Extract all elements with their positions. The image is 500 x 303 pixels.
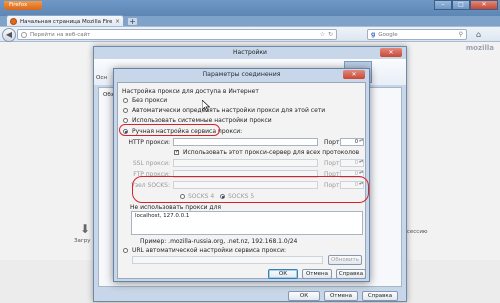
ssl-proxy-input[interactable] bbox=[173, 159, 318, 167]
ok-button[interactable]: ОК bbox=[268, 269, 298, 279]
minimize-button[interactable]: – bbox=[434, 0, 452, 10]
search-magnifier-icon[interactable]: ⚲ bbox=[459, 31, 463, 38]
radio-auto-detect[interactable] bbox=[123, 108, 128, 113]
radio-system-proxy[interactable] bbox=[123, 118, 128, 123]
http-port-label: Порт: bbox=[324, 139, 342, 146]
url-input[interactable]: Перейти на веб-сайт bbox=[30, 32, 317, 38]
tab-close-icon[interactable]: × bbox=[115, 18, 120, 25]
reload-pac-button[interactable]: Обновить bbox=[328, 255, 362, 265]
close-window-button[interactable]: ✕ bbox=[470, 0, 498, 10]
radio-no-proxy-label[interactable]: Без прокси bbox=[132, 97, 167, 104]
connection-settings-dialog: Параметры соединения ✕ Настройка прокси … bbox=[113, 68, 370, 282]
home-icon[interactable]: ⌂ bbox=[476, 30, 481, 39]
ssl-proxy-label: SSL прокси: bbox=[132, 160, 170, 167]
firefox-favicon-icon bbox=[10, 18, 17, 25]
settings-footer: ОК Отмена Справка bbox=[94, 291, 406, 301]
firefox-menu-button[interactable]: Firefox bbox=[4, 1, 42, 10]
back-button[interactable]: ◀ bbox=[2, 28, 16, 42]
pac-url-input[interactable] bbox=[132, 256, 323, 264]
search-input[interactable]: Google bbox=[378, 32, 455, 38]
downloads-icon[interactable]: ⬇ bbox=[80, 222, 90, 236]
socks-highlight-ring bbox=[132, 176, 369, 203]
tab-basic[interactable]: Осн bbox=[96, 75, 107, 81]
radio-pac-url[interactable] bbox=[123, 248, 128, 253]
downloads-label[interactable]: Загру bbox=[74, 238, 91, 244]
ssl-port-spinner[interactable]: 0 bbox=[340, 159, 364, 167]
no-proxy-example-text: Пример: .mozilla-russia.org, .net.nz, 19… bbox=[140, 238, 298, 245]
connection-close-button[interactable]: ✕ bbox=[343, 70, 365, 79]
search-bar[interactable]: g Google ⚲ bbox=[367, 29, 467, 40]
window-controls: – □ ✕ bbox=[434, 0, 498, 10]
bookmark-star-icon[interactable]: ☆ bbox=[320, 31, 325, 38]
connection-dialog-body: Настройка прокси для доступа в Интернет … bbox=[117, 82, 369, 279]
maximize-button[interactable]: □ bbox=[452, 0, 470, 10]
http-proxy-input[interactable] bbox=[173, 138, 318, 146]
ssl-port-label: Порт: bbox=[324, 160, 342, 167]
radio-pac-url-label[interactable]: URL автоматической настройки сервиса про… bbox=[132, 247, 286, 254]
settings-help-button[interactable]: Справка bbox=[362, 291, 398, 301]
radio-auto-detect-label[interactable]: Автоматически определять настройки прокс… bbox=[132, 107, 325, 114]
http-port-spinner[interactable]: 0 bbox=[340, 138, 364, 146]
manual-proxy-highlight-ring bbox=[119, 124, 220, 136]
globe-icon bbox=[21, 31, 27, 38]
url-bar[interactable]: Перейти на веб-сайт ☆ ↻ bbox=[17, 29, 337, 40]
connection-dialog-title: Параметры соединения bbox=[202, 71, 281, 78]
google-icon: g bbox=[371, 31, 376, 38]
settings-cancel-button[interactable]: Отмена bbox=[324, 291, 358, 301]
http-proxy-label: HTTP прокси: bbox=[128, 139, 170, 146]
no-proxy-for-label: Не использовать прокси для bbox=[130, 204, 222, 211]
help-button[interactable]: Справка bbox=[336, 269, 366, 279]
new-tab-button[interactable]: + bbox=[127, 17, 138, 26]
navigation-bar: ◀ Перейти на веб-сайт ☆ ↻ g Google ⚲ ⌂ bbox=[0, 26, 500, 42]
use-for-all-label[interactable]: Использовать этот прокси-сервер для всех… bbox=[183, 149, 359, 156]
radio-system-proxy-label[interactable]: Использовать системные настройки прокси bbox=[132, 117, 272, 124]
no-proxy-for-textarea[interactable]: localhost, 127.0.0.1 bbox=[131, 211, 363, 235]
settings-title: Настройки bbox=[233, 49, 267, 56]
tab-strip: Начальная страница Mozilla Firefox × + bbox=[0, 11, 500, 27]
cancel-button[interactable]: Отмена bbox=[302, 269, 332, 279]
settings-close-button[interactable]: ✕ bbox=[380, 48, 402, 57]
reload-icon[interactable]: ↻ bbox=[328, 31, 333, 38]
proxy-group-label: Настройка прокси для доступа в Интернет bbox=[122, 88, 259, 95]
use-for-all-checkbox[interactable]: ✓ bbox=[174, 150, 179, 155]
tab-title: Начальная страница Mozilla Firefox bbox=[20, 18, 112, 25]
mozilla-watermark: mozilla bbox=[465, 44, 494, 52]
radio-no-proxy[interactable] bbox=[123, 98, 128, 103]
mouse-pointer-icon bbox=[202, 100, 210, 112]
settings-ok-button[interactable]: ОК bbox=[288, 291, 320, 301]
